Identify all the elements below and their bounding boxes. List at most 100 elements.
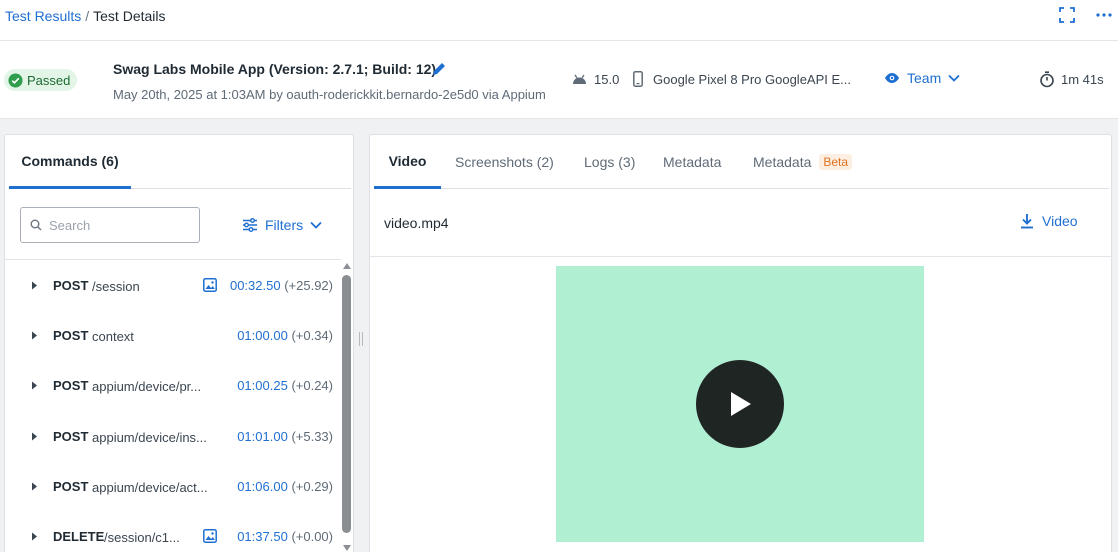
command-delta: (+25.92) [284,278,333,293]
command-path: /session/c1... [104,530,180,545]
command-method: POST [53,278,89,293]
chevron-down-icon [948,74,960,82]
tab-metadata[interactable]: Metadata [663,135,721,189]
command-timestamp: 01:01.00 (+5.33) [237,429,333,444]
chevron-down-icon [310,221,322,229]
breadcrumb-current: Test Details [93,8,166,24]
command-row[interactable]: POST context 01:00.00 (+0.34) [5,310,341,360]
tab-commands[interactable]: Commands (6) [9,135,131,189]
search-icon [30,219,42,231]
play-button[interactable] [696,360,784,448]
device-name: Google Pixel 8 Pro GoogleAPI E... [653,72,851,87]
command-time[interactable]: 01:01.00 [237,429,288,444]
tab-metadata-beta-label: Metadata [753,154,812,170]
command-row[interactable]: POST appium/device/act... 01:06.00 (+0.2… [5,461,341,511]
download-video-label: Video [1042,213,1078,229]
command-method: POST [53,328,89,343]
command-list: POST /session 00:32.50 (+25.92) POST con… [5,259,341,552]
android-icon [573,74,586,84]
timer-icon [1040,71,1054,88]
command-timestamp: 01:00.25 (+0.24) [237,378,333,393]
os-version: 15.0 [594,72,620,87]
check-circle-icon [8,72,23,88]
command-time[interactable]: 01:00.00 [237,328,288,343]
expand-icon[interactable] [1058,6,1076,24]
command-path: /session [92,279,140,294]
command-time[interactable]: 01:06.00 [237,479,288,494]
search-field[interactable] [20,207,200,243]
breadcrumb: Test Results / Test Details [5,8,166,24]
visibility-label: Team [907,70,942,86]
image-icon[interactable] [203,529,217,543]
command-list-scrollbar[interactable] [341,259,353,552]
command-method: POST [53,479,89,494]
image-icon[interactable] [203,278,217,292]
tab-video[interactable]: Video [374,135,441,189]
detail-tabs: Video Screenshots (2) Logs (3) Metadata … [374,135,1109,189]
visibility-dropdown[interactable]: Team [884,70,960,86]
breadcrumb-bar: Test Results / Test Details [0,0,1118,41]
tab-screenshots[interactable]: Screenshots (2) [455,135,554,189]
command-delta: (+0.34) [291,328,333,343]
eye-icon [885,73,899,83]
more-icon[interactable] [1094,6,1114,24]
scroll-up-arrow-icon[interactable] [343,263,351,269]
commands-tabs: Commands (6) [9,135,351,189]
video-header: video.mp4 Video [370,189,1111,257]
command-method: POST [53,429,89,444]
command-path: appium/device/act... [92,480,208,495]
command-row[interactable]: POST appium/device/ins... 01:01.00 (+5.3… [5,411,341,461]
command-delta: (+5.33) [291,429,333,444]
play-icon [731,392,751,416]
command-row[interactable]: DELETE /session/c1... 01:37.50 (+0.00) [5,511,341,552]
command-delta: (+0.24) [291,378,333,393]
command-path: context [92,329,134,344]
command-delta: (+0.00) [291,529,333,544]
breadcrumb-separator: / [85,8,90,24]
command-method: POST [53,378,89,393]
test-header: Passed Swag Labs Mobile App (Version: 2.… [0,41,1118,119]
tab-logs[interactable]: Logs (3) [584,135,635,189]
breadcrumb-test-results-link[interactable]: Test Results [5,8,81,24]
test-title: Swag Labs Mobile App (Version: 2.7.1; Bu… [113,61,437,77]
commands-panel: Commands (6) Filters POST /session 00:32… [4,134,354,552]
command-timestamp: 01:37.50 (+0.00) [237,529,333,544]
command-method: DELETE [53,529,105,544]
status-badge: Passed [4,69,78,91]
download-video-button[interactable]: Video [1020,213,1078,229]
caret-right-icon[interactable] [30,432,38,441]
tab-metadata-beta[interactable]: Metadata Beta [753,135,853,189]
edit-icon[interactable] [431,61,447,77]
caret-right-icon[interactable] [30,281,38,290]
phone-icon [633,71,643,87]
command-row[interactable]: POST appium/device/pr... 01:00.25 (+0.24… [5,360,341,410]
beta-badge: Beta [819,154,853,170]
status-label: Passed [27,72,71,88]
filters-button[interactable]: Filters [242,217,322,233]
command-path: appium/device/ins... [92,430,207,445]
command-path: appium/device/pr... [92,379,202,394]
command-timestamp: 01:00.00 (+0.34) [237,328,333,343]
command-time[interactable]: 00:32.50 [230,278,281,293]
caret-right-icon[interactable] [30,331,38,340]
caret-right-icon[interactable] [30,381,38,390]
detail-panel: Video Screenshots (2) Logs (3) Metadata … [369,134,1112,552]
filters-icon [243,218,257,232]
caret-right-icon[interactable] [30,532,38,541]
test-subtitle: May 20th, 2025 at 1:03AM by oauth-roderi… [113,87,546,102]
command-time[interactable]: 01:37.50 [237,529,288,544]
video-filename: video.mp4 [384,215,449,231]
command-timestamp: 00:32.50 (+25.92) [230,278,333,293]
panel-resize-handle[interactable] [357,332,365,348]
video-player[interactable] [556,266,924,542]
command-timestamp: 01:06.00 (+0.29) [237,479,333,494]
caret-right-icon[interactable] [30,482,38,491]
test-duration: 1m 41s [1061,72,1104,87]
search-input[interactable] [49,217,179,233]
command-delta: (+0.29) [291,479,333,494]
scroll-down-arrow-icon[interactable] [343,545,351,551]
command-time[interactable]: 01:00.25 [237,378,288,393]
scrollbar-thumb[interactable] [342,275,351,533]
command-row[interactable]: POST /session 00:32.50 (+25.92) [5,260,341,310]
download-icon [1021,214,1033,229]
